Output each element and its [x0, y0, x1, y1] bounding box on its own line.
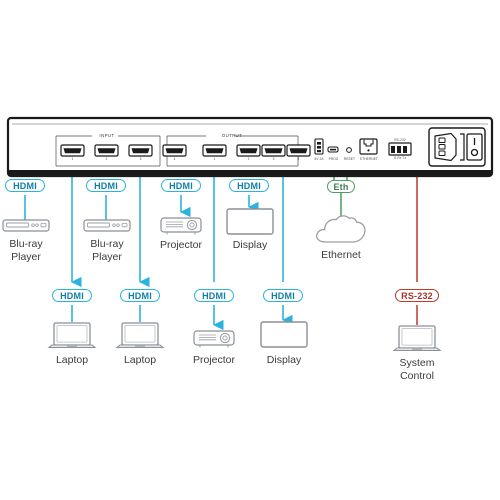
projector-2-icon — [193, 330, 235, 348]
label-hdmi-row1-4[interactable]: HDMI — [229, 179, 269, 192]
hdmi-in-4-number: 4 — [173, 156, 176, 161]
system-control-caption-1: System — [399, 357, 435, 369]
usb-a-port — [314, 138, 324, 155]
ethernet-cloud-icon — [316, 215, 366, 243]
hdmi-port-out-3 — [261, 144, 286, 157]
projector-2-caption: Projector — [192, 354, 235, 366]
label-hdmi-row2-3[interactable]: HDMI — [194, 289, 234, 302]
hdmi-out-2-number: 2 — [247, 156, 250, 161]
output-section-label: OUTPUT — [221, 132, 243, 138]
label-hdmi-row1-1[interactable]: HDMI — [5, 179, 45, 192]
projector-1-icon — [160, 217, 202, 235]
hdmi-port-out-2 — [236, 144, 261, 157]
label-hdmi-row1-2[interactable]: HDMI — [86, 179, 126, 192]
display-1-icon — [226, 208, 274, 235]
system-control-caption-2: Control — [400, 370, 434, 382]
micro-usb-prog-port — [327, 146, 339, 153]
bluray-player-2-icon — [83, 219, 131, 232]
system-control-laptop-icon — [392, 325, 442, 351]
display-2-icon — [260, 321, 308, 348]
label-hdmi-row2-2[interactable]: HDMI — [120, 289, 160, 302]
ethernet-cloud-caption: Ethernet — [321, 249, 361, 261]
rs232-panel-label: RS-232 — [394, 138, 406, 142]
hdmi-port-in-2 — [94, 144, 119, 157]
laptop-2-caption: Laptop — [123, 354, 157, 366]
rs232-pin-label: G Rx Tx — [393, 155, 407, 160]
label-hdmi-row1-3[interactable]: HDMI — [161, 179, 201, 192]
panel-bottom-rail — [8, 170, 492, 176]
ethernet-port — [359, 138, 378, 155]
hdmi-in-1-number: 1 — [71, 156, 74, 161]
hdmi-port-in-1 — [60, 144, 85, 157]
diagram-canvas: INPUT OUTPUT 1 2 3 4 1 2 3 4 5V 2A PROG … — [0, 0, 500, 500]
projector-1-caption: Projector — [159, 239, 202, 251]
label-rs232-row2[interactable]: RS-232 — [395, 289, 439, 302]
bluray-player-1-icon — [2, 219, 50, 232]
laptop-1-icon — [47, 322, 97, 348]
power-inlet-module — [428, 127, 486, 167]
bluray-player-1-caption-2: Player — [11, 251, 41, 263]
ethernet-label: ETHERNET — [360, 157, 378, 161]
bluray-player-1-caption-1: Blu-ray — [9, 238, 43, 250]
hdmi-port-out-1 — [202, 144, 227, 157]
hdmi-port-in-4 — [162, 144, 187, 157]
display-2-caption: Display — [266, 354, 302, 366]
input-section-label: INPUT — [99, 132, 115, 138]
hdmi-out-3-number: 3 — [272, 156, 275, 161]
hdmi-port-out-4 — [286, 144, 311, 157]
display-1-caption: Display — [232, 239, 268, 251]
hdmi-connectors — [60, 144, 311, 157]
hdmi-in-3-number: 3 — [139, 156, 142, 161]
hdmi-in-2-number: 2 — [105, 156, 108, 161]
hdmi-out-1-number: 1 — [213, 156, 216, 161]
label-hdmi-row2-1[interactable]: HDMI — [52, 289, 92, 302]
bluray-player-2-caption-2: Player — [92, 251, 122, 263]
bluray-player-2-caption-1: Blu-ray — [90, 238, 124, 250]
reset-button — [346, 147, 352, 153]
hdmi-out-4-number: 4 — [297, 156, 300, 161]
hdmi-port-in-3 — [128, 144, 153, 157]
laptop-2-icon — [115, 322, 165, 348]
laptop-1-caption: Laptop — [55, 354, 89, 366]
label-eth-row1[interactable]: Eth — [327, 180, 355, 193]
label-hdmi-row2-4[interactable]: HDMI — [263, 289, 303, 302]
rs232-terminal-block — [388, 142, 412, 156]
